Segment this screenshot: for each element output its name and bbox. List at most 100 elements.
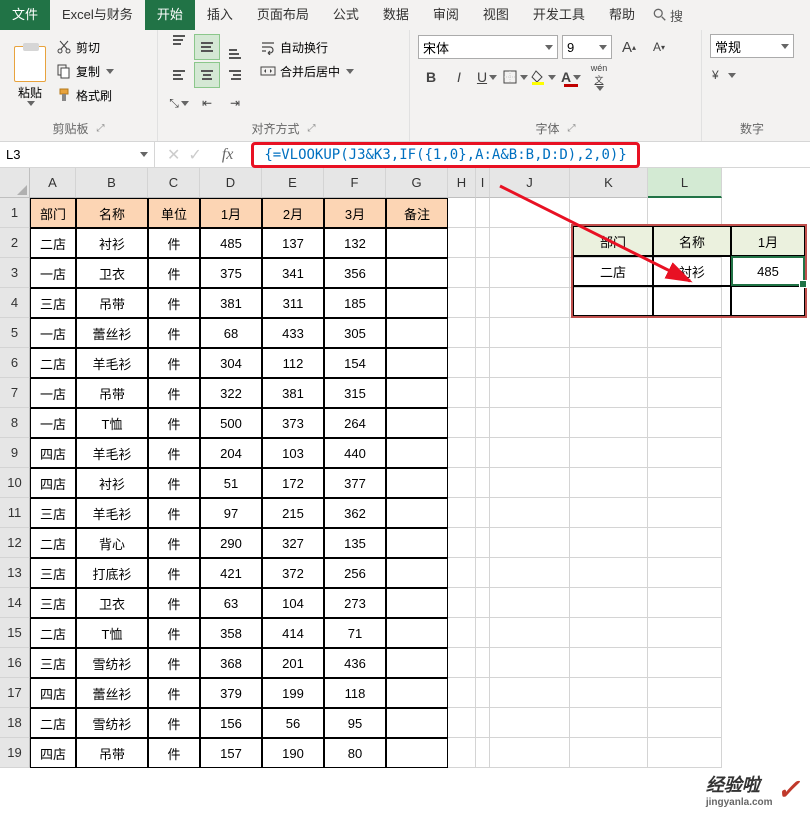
cell-B9[interactable]: 羊毛衫	[76, 438, 148, 468]
cell-K10[interactable]	[570, 468, 648, 498]
cell-H5[interactable]	[448, 318, 476, 348]
cell-J11[interactable]	[490, 498, 570, 528]
cell-G7[interactable]	[386, 378, 448, 408]
cell-L18[interactable]	[648, 708, 722, 738]
cell-E19[interactable]: 190	[262, 738, 324, 768]
cell-F18[interactable]: 95	[324, 708, 386, 738]
cell-E18[interactable]: 56	[262, 708, 324, 738]
cell-F1[interactable]: 3月	[324, 198, 386, 228]
cell-C4[interactable]: 件	[148, 288, 200, 318]
cell-I17[interactable]	[476, 678, 490, 708]
cell-F8[interactable]: 264	[324, 408, 386, 438]
cell-D3[interactable]: 375	[200, 258, 262, 288]
cell-C10[interactable]: 件	[148, 468, 200, 498]
cell-K7[interactable]	[570, 378, 648, 408]
cell-C2[interactable]: 件	[148, 228, 200, 258]
cell-F15[interactable]: 71	[324, 618, 386, 648]
row-header-7[interactable]: 7	[0, 378, 30, 408]
cell-L7[interactable]	[648, 378, 722, 408]
cell-I8[interactable]	[476, 408, 490, 438]
row-header-8[interactable]: 8	[0, 408, 30, 438]
cell-C15[interactable]: 件	[148, 618, 200, 648]
cell-D15[interactable]: 358	[200, 618, 262, 648]
cell-A3[interactable]: 一店	[30, 258, 76, 288]
cell-L12[interactable]	[648, 528, 722, 558]
cell-F12[interactable]: 135	[324, 528, 386, 558]
cell-H7[interactable]	[448, 378, 476, 408]
menu-search[interactable]: 搜	[653, 6, 683, 25]
column-header-D[interactable]: D	[200, 168, 262, 198]
column-header-L[interactable]: L	[648, 168, 722, 198]
cell-A6[interactable]: 二店	[30, 348, 76, 378]
cell-L9[interactable]	[648, 438, 722, 468]
menu-view[interactable]: 视图	[471, 0, 521, 30]
cell-D7[interactable]: 322	[200, 378, 262, 408]
menu-excel-finance[interactable]: Excel与财务	[50, 0, 145, 30]
cell-H8[interactable]	[448, 408, 476, 438]
cell-I11[interactable]	[476, 498, 490, 528]
cell-K8[interactable]	[570, 408, 648, 438]
formula-bar[interactable]: {=VLOOKUP(J3&K3,IF({1,0},A:A&B:B,D:D),2,…	[245, 142, 810, 167]
cell-H16[interactable]	[448, 648, 476, 678]
wrap-text-button[interactable]: 自动换行	[260, 36, 354, 58]
cell-H4[interactable]	[448, 288, 476, 318]
cell-G5[interactable]	[386, 318, 448, 348]
cell-D9[interactable]: 204	[200, 438, 262, 468]
merge-center-button[interactable]: 合并后居中	[260, 60, 354, 82]
cell-L5[interactable]	[648, 318, 722, 348]
cell-C19[interactable]: 件	[148, 738, 200, 768]
align-center-button[interactable]	[194, 62, 220, 88]
cell-L14[interactable]	[648, 588, 722, 618]
cell-F3[interactable]: 356	[324, 258, 386, 288]
column-header-B[interactable]: B	[76, 168, 148, 198]
cell-A10[interactable]: 四店	[30, 468, 76, 498]
cell-G10[interactable]	[386, 468, 448, 498]
cell-B19[interactable]: 吊带	[76, 738, 148, 768]
enter-formula-button[interactable]: ✓	[188, 145, 201, 165]
bold-button[interactable]: B	[418, 64, 444, 90]
cell-I12[interactable]	[476, 528, 490, 558]
cell-C6[interactable]: 件	[148, 348, 200, 378]
cell-D8[interactable]: 500	[200, 408, 262, 438]
cell-F11[interactable]: 362	[324, 498, 386, 528]
row-header-9[interactable]: 9	[0, 438, 30, 468]
cell-I14[interactable]	[476, 588, 490, 618]
cell-A11[interactable]: 三店	[30, 498, 76, 528]
cell-H9[interactable]	[448, 438, 476, 468]
font-name-select[interactable]: 宋体	[418, 35, 558, 59]
cell-G9[interactable]	[386, 438, 448, 468]
cell-L11[interactable]	[648, 498, 722, 528]
cell-G18[interactable]	[386, 708, 448, 738]
cell-E12[interactable]: 327	[262, 528, 324, 558]
cell-K9[interactable]	[570, 438, 648, 468]
cell-H2[interactable]	[448, 228, 476, 258]
cell-A18[interactable]: 二店	[30, 708, 76, 738]
cell-E15[interactable]: 414	[262, 618, 324, 648]
cell-J4[interactable]	[490, 288, 570, 318]
row-header-18[interactable]: 18	[0, 708, 30, 738]
lookup-result-cell[interactable]: 485	[731, 256, 805, 286]
cell-C11[interactable]: 件	[148, 498, 200, 528]
cell-A17[interactable]: 四店	[30, 678, 76, 708]
cell-I13[interactable]	[476, 558, 490, 588]
row-header-19[interactable]: 19	[0, 738, 30, 768]
phonetic-button[interactable]: wén文	[586, 64, 612, 90]
menu-help[interactable]: 帮助	[597, 0, 647, 30]
cell-D18[interactable]: 156	[200, 708, 262, 738]
cell-K16[interactable]	[570, 648, 648, 678]
cell-G6[interactable]	[386, 348, 448, 378]
cell-H13[interactable]	[448, 558, 476, 588]
column-header-F[interactable]: F	[324, 168, 386, 198]
cell-H10[interactable]	[448, 468, 476, 498]
row-header-6[interactable]: 6	[0, 348, 30, 378]
cell-K5[interactable]	[570, 318, 648, 348]
cell-K12[interactable]	[570, 528, 648, 558]
cell-F4[interactable]: 185	[324, 288, 386, 318]
cell-I4[interactable]	[476, 288, 490, 318]
cell-G15[interactable]	[386, 618, 448, 648]
cell-J17[interactable]	[490, 678, 570, 708]
cell-J18[interactable]	[490, 708, 570, 738]
menu-developer[interactable]: 开发工具	[521, 0, 597, 30]
row-header-10[interactable]: 10	[0, 468, 30, 498]
lookup-value-name[interactable]: 衬衫	[653, 256, 731, 286]
